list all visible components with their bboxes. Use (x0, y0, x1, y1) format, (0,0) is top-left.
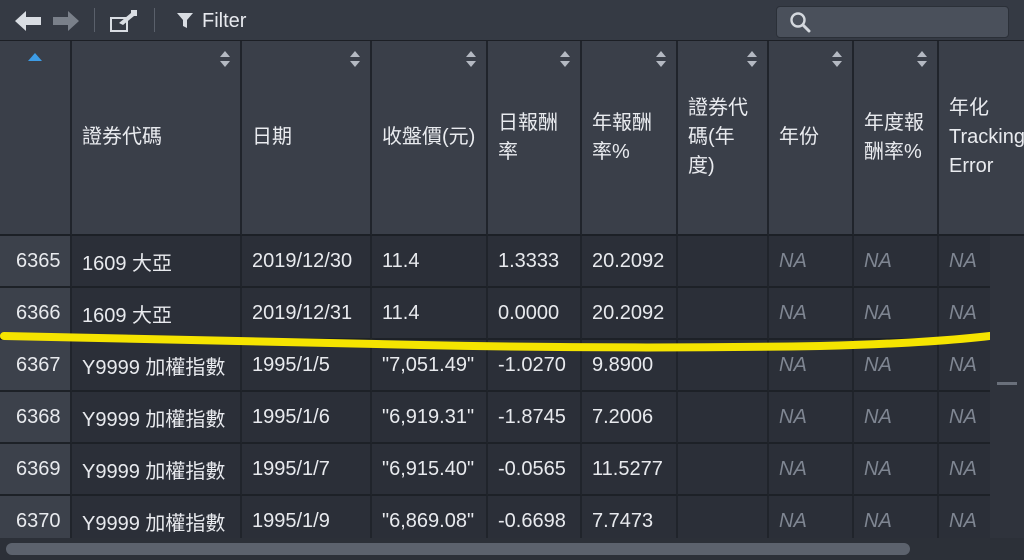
column-header-yearly-return[interactable]: 年度報酬率% (854, 41, 939, 236)
security-code-year-cell (678, 444, 769, 496)
close-price-cell: "6,869.08" (372, 496, 488, 538)
export-icon (110, 10, 137, 32)
annual-return-cell: 7.2006 (582, 392, 678, 444)
column-header-year[interactable]: 年份 (769, 41, 854, 236)
sort-ascending-icon (28, 53, 42, 61)
yearly-return-cell: NA (854, 392, 939, 444)
column-header-security-code-year[interactable]: 證券代碼(年度) (678, 41, 769, 236)
date-cell: 1995/1/9 (242, 496, 372, 538)
security-code-year-cell (678, 496, 769, 538)
annual-return-cell: 20.2092 (582, 236, 678, 288)
column-header-index[interactable] (0, 41, 72, 236)
daily-return-cell: -1.0270 (488, 340, 582, 392)
close-price-cell: "7,051.49" (372, 340, 488, 392)
daily-return-cell: -0.6698 (488, 496, 582, 538)
table-row[interactable]: 6366 1609 大亞 2019/12/31 11.4 0.0000 20.2092 NA… (0, 288, 1024, 340)
yearly-return-cell: NA (854, 288, 939, 340)
daily-return-cell: 0.0000 (488, 288, 582, 340)
sort-icon (350, 51, 360, 67)
filter-label: Filter (202, 9, 247, 32)
year-cell: NA (769, 444, 854, 496)
annual-return-cell: 20.2092 (582, 288, 678, 340)
security-code-year-cell (678, 236, 769, 288)
daily-return-cell: -0.0565 (488, 444, 582, 496)
forward-button[interactable] (50, 8, 80, 34)
toolbar-separator (154, 8, 155, 32)
security-code-cell: Y9999 加權指數 (72, 496, 242, 538)
table-row[interactable]: 6367 Y9999 加權指數 1995/1/5 "7,051.49" -1.0270 9… (0, 340, 1024, 392)
sort-icon (220, 51, 230, 67)
year-cell: NA (769, 236, 854, 288)
horizontal-scrollbar[interactable] (0, 538, 1024, 560)
annual-return-cell: 9.8900 (582, 340, 678, 392)
search-icon (790, 12, 811, 33)
security-code-cell: 1609 大亞 (72, 236, 242, 288)
date-cell: 1995/1/6 (242, 392, 372, 444)
column-header-close-price[interactable]: 收盤價(元) (372, 41, 488, 236)
sort-icon (917, 51, 927, 67)
year-cell: NA (769, 496, 854, 538)
search-input[interactable] (776, 6, 1009, 38)
header-row: 證券代碼 日期 收盤價(元) 日報酬率 年報酬率% 證券代碼(年度) 年份 年度… (0, 41, 1024, 236)
sort-icon (832, 51, 842, 67)
row-index: 6369 (0, 444, 72, 496)
date-cell: 1995/1/5 (242, 340, 372, 392)
table-row[interactable]: 6370 Y9999 加權指數 1995/1/9 "6,869.08" -0.6698 7… (0, 496, 1024, 538)
row-index: 6370 (0, 496, 72, 538)
security-code-year-cell (678, 288, 769, 340)
annual-return-cell: 7.7473 (582, 496, 678, 538)
date-cell: 2019/12/31 (242, 288, 372, 340)
sort-icon (466, 51, 476, 67)
close-price-cell: 11.4 (372, 288, 488, 340)
date-cell: 2019/12/30 (242, 236, 372, 288)
column-header-date[interactable]: 日期 (242, 41, 372, 236)
row-index: 6367 (0, 340, 72, 392)
security-code-year-cell (678, 392, 769, 444)
sort-icon (560, 51, 570, 67)
row-index: 6366 (0, 288, 72, 340)
data-table: 證券代碼 日期 收盤價(元) 日報酬率 年報酬率% 證券代碼(年度) 年份 年度… (0, 41, 1024, 538)
horizontal-scrollbar-thumb[interactable] (6, 543, 910, 555)
security-code-cell: 1609 大亞 (72, 288, 242, 340)
funnel-icon (177, 13, 193, 28)
year-cell: NA (769, 340, 854, 392)
security-code-cell: Y9999 加權指數 (72, 392, 242, 444)
column-header-annual-return[interactable]: 年報酬率% (582, 41, 678, 236)
daily-return-cell: 1.3333 (488, 236, 582, 288)
toolbar-separator (94, 8, 95, 32)
security-code-year-cell (678, 340, 769, 392)
table-row[interactable]: 6368 Y9999 加權指數 1995/1/6 "6,919.31" -1.8745 7… (0, 392, 1024, 444)
yearly-return-cell: NA (854, 340, 939, 392)
sort-icon (747, 51, 757, 67)
close-price-cell: "6,919.31" (372, 392, 488, 444)
right-arrow-icon (53, 11, 79, 31)
close-price-cell: "6,915.40" (372, 444, 488, 496)
column-header-tracking-error[interactable]: 年化Tracking Error (939, 41, 1024, 236)
vertical-scrollbar-thumb[interactable] (997, 382, 1017, 385)
yearly-return-cell: NA (854, 236, 939, 288)
vertical-scrollbar[interactable] (990, 236, 1024, 538)
security-code-cell: Y9999 加權指數 (72, 340, 242, 392)
row-index: 6365 (0, 236, 72, 288)
toolbar: Filter (0, 0, 1024, 41)
back-button[interactable] (14, 8, 44, 34)
table-row[interactable]: 6369 Y9999 加權指數 1995/1/7 "6,915.40" -0.0565 1… (0, 444, 1024, 496)
yearly-return-cell: NA (854, 496, 939, 538)
date-cell: 1995/1/7 (242, 444, 372, 496)
close-price-cell: 11.4 (372, 236, 488, 288)
yearly-return-cell: NA (854, 444, 939, 496)
export-button[interactable] (108, 8, 138, 34)
table-row[interactable]: 6365 1609 大亞 2019/12/30 11.4 1.3333 20.2092 NA… (0, 236, 1024, 288)
left-arrow-icon (15, 11, 41, 31)
sort-icon (656, 51, 666, 67)
column-header-security-code[interactable]: 證券代碼 (72, 41, 242, 236)
column-header-daily-return[interactable]: 日報酬率 (488, 41, 582, 236)
annual-return-cell: 11.5277 (582, 444, 678, 496)
year-cell: NA (769, 392, 854, 444)
row-index: 6368 (0, 392, 72, 444)
year-cell: NA (769, 288, 854, 340)
daily-return-cell: -1.8745 (488, 392, 582, 444)
filter-button[interactable]: Filter (176, 8, 266, 34)
security-code-cell: Y9999 加權指數 (72, 444, 242, 496)
